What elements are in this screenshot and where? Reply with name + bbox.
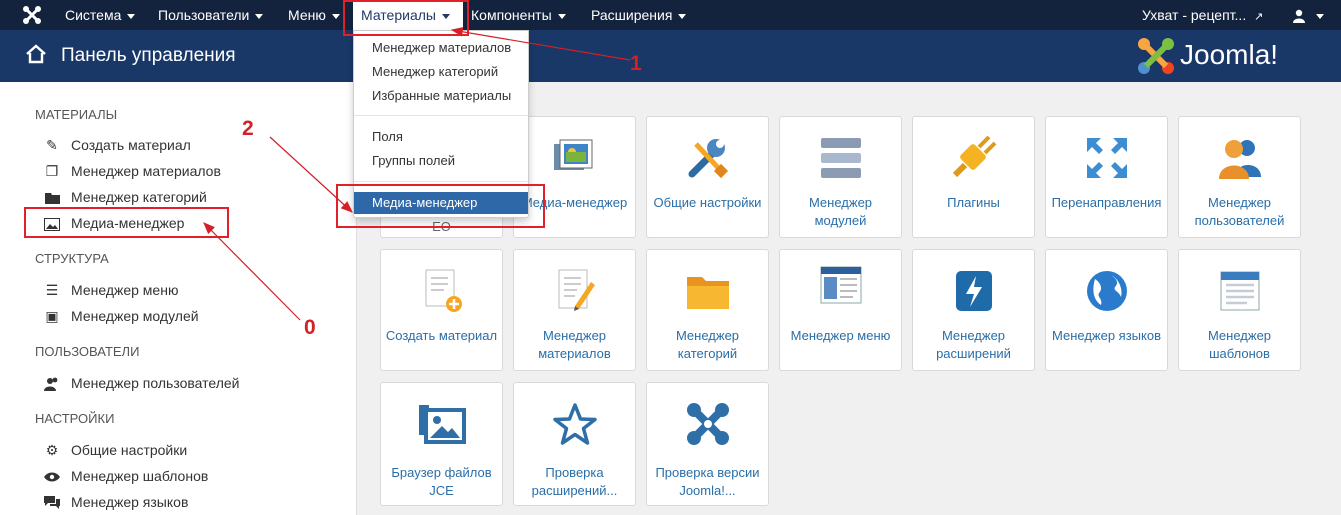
dropdown-item-featured[interactable]: Избранные материалы (354, 85, 528, 107)
dropdown-item-field-groups[interactable]: Группы полей (354, 150, 528, 172)
tile-label: Общие настройки (653, 195, 762, 210)
flash-icon (913, 268, 1034, 314)
dropdown-divider (354, 115, 528, 116)
tile-label: Создать материал (385, 328, 498, 343)
user-menu[interactable] (1292, 0, 1324, 30)
tile-label: Менеджер языков (1052, 328, 1161, 343)
annotation-label-0: 0 (304, 316, 316, 339)
user-icon (1292, 7, 1310, 24)
sidebar-item-add-article[interactable]: ✎ Создать материал (43, 135, 191, 155)
menu-menus[interactable]: Меню (288, 0, 340, 30)
tile-extensions[interactable]: Менеджер расширений (912, 249, 1035, 371)
comments-icon (43, 492, 61, 512)
tile-global-config[interactable]: Общие настройки (646, 116, 769, 238)
annotation-label-1: 1 (630, 52, 642, 75)
dropdown-item-categories[interactable]: Менеджер категорий (354, 61, 528, 83)
tile-version-check[interactable]: Проверка версии Joomla!... (646, 382, 769, 506)
modules-icon (780, 135, 901, 181)
cog-icon: ⚙ (45, 442, 59, 458)
tile-modules[interactable]: Менеджер модулей (779, 116, 902, 238)
menu-icon (780, 262, 901, 308)
tile-add-article[interactable]: Создать материал (380, 249, 503, 371)
sidebar-item-modules[interactable]: ▣ Менеджер модулей (43, 306, 198, 326)
annotation-box-sidebar-media (24, 207, 229, 238)
page-header: Панель управления Joomla! (0, 30, 1341, 82)
tile-users[interactable]: Менеджер пользователей (1178, 116, 1301, 238)
tile-label: Менеджер расширений (936, 328, 1011, 361)
sidebar-item-articles[interactable]: ❐ Менеджер материалов (43, 161, 221, 181)
copy-icon: ❐ (45, 163, 59, 179)
add-doc-icon (381, 268, 502, 314)
globe-icon (1046, 268, 1167, 314)
sidebar: МАТЕРИАЛЫ ✎ Создать материал ❐ Менеджер ма… (0, 82, 356, 515)
users-icon (1179, 135, 1300, 181)
top-navbar: Система Пользователи Меню Материалы Комп… (0, 0, 1341, 30)
section-title-configuration: НАСТРОЙКИ (35, 411, 115, 426)
arrows-icon (1046, 135, 1167, 181)
section-title-users: ПОЛЬЗОВАТЕЛИ (35, 344, 140, 359)
menu-extensions[interactable]: Расширения (591, 0, 687, 30)
tile-label: Проверка версии Joomla!... (655, 465, 760, 498)
section-title-content: МАТЕРИАЛЫ (35, 107, 118, 122)
tile-ext-check[interactable]: Проверка расширений... (513, 382, 636, 506)
tile-templates[interactable]: Менеджер шаблонов (1178, 249, 1301, 371)
tile-label: Менеджер шаблонов (1207, 328, 1272, 361)
tile-languages[interactable]: Менеджер языков (1045, 249, 1168, 371)
joomla-icon (647, 401, 768, 447)
star-icon (514, 401, 635, 447)
annotation-label-2: 2 (242, 117, 254, 140)
tile-label: Менеджер материалов (538, 328, 611, 361)
joomla-brand-text: Joomla! (1180, 39, 1279, 70)
external-link-icon: ↗ (1254, 11, 1264, 23)
tile-categories[interactable]: Менеджер категорий (646, 249, 769, 371)
folder-icon (647, 268, 768, 314)
dropdown-item-fields[interactable]: Поля (354, 126, 528, 148)
tile-label: Менеджер категорий (675, 328, 740, 361)
users-icon (43, 373, 61, 393)
menu-components[interactable]: Компоненты (471, 0, 566, 30)
tile-plugins[interactable]: Плагины (912, 116, 1035, 238)
sidebar-item-languages[interactable]: Менеджер языков (43, 492, 188, 512)
joomla-icon[interactable] (22, 0, 42, 30)
media-icon (514, 135, 635, 181)
picture-icon (381, 401, 502, 447)
tools-icon (647, 135, 768, 181)
sidebar-item-users[interactable]: Менеджер пользователей (43, 373, 240, 393)
edit-doc-icon (514, 268, 635, 314)
list-icon: ☰ (45, 282, 59, 298)
section-title-structure: СТРУКТУРА (35, 251, 109, 266)
tile-label: Менеджер пользователей (1194, 195, 1285, 228)
home-icon (25, 44, 47, 67)
tile-label: Перенаправления (1051, 195, 1162, 210)
sidebar-item-categories[interactable]: Менеджер категорий (43, 187, 207, 207)
folder-icon (43, 187, 61, 207)
pencil-icon: ✎ (46, 137, 58, 153)
sidebar-item-menus[interactable]: ☰ Менеджер меню (43, 280, 179, 300)
tile-label: Плагины (947, 195, 1000, 210)
annotation-box-menu (343, 0, 469, 36)
tile-label: Проверка расширений... (531, 465, 618, 498)
plug-icon (913, 135, 1034, 181)
dropdown-divider (354, 181, 528, 182)
eye-icon (43, 466, 61, 486)
tile-label: Браузер файлов JCE (391, 465, 492, 498)
sidebar-item-global-config[interactable]: ⚙ Общие настройки (43, 440, 187, 460)
cube-icon: ▣ (45, 308, 59, 324)
tile-redirects[interactable]: Перенаправления (1045, 116, 1168, 238)
template-icon (1179, 268, 1300, 314)
joomla-logo: Joomla! (1136, 36, 1326, 76)
sidebar-item-templates[interactable]: Менеджер шаблонов (43, 466, 208, 486)
page-title: Панель управления (61, 45, 236, 66)
tile-label: Менеджер меню (790, 328, 891, 343)
site-link[interactable]: Ухват - рецепт... ↗ (1142, 0, 1263, 30)
menu-system[interactable]: Система (65, 0, 136, 30)
tile-label: Менеджер модулей (808, 195, 873, 228)
annotation-box-dropdown-media (336, 184, 545, 228)
menu-users[interactable]: Пользователи (158, 0, 264, 30)
tile-jce-browser[interactable]: Браузер файлов JCE (380, 382, 503, 506)
tile-articles[interactable]: Менеджер материалов (513, 249, 636, 371)
tile-menus[interactable]: Менеджер меню (779, 249, 902, 371)
dropdown-item-articles[interactable]: Менеджер материалов (354, 37, 528, 59)
